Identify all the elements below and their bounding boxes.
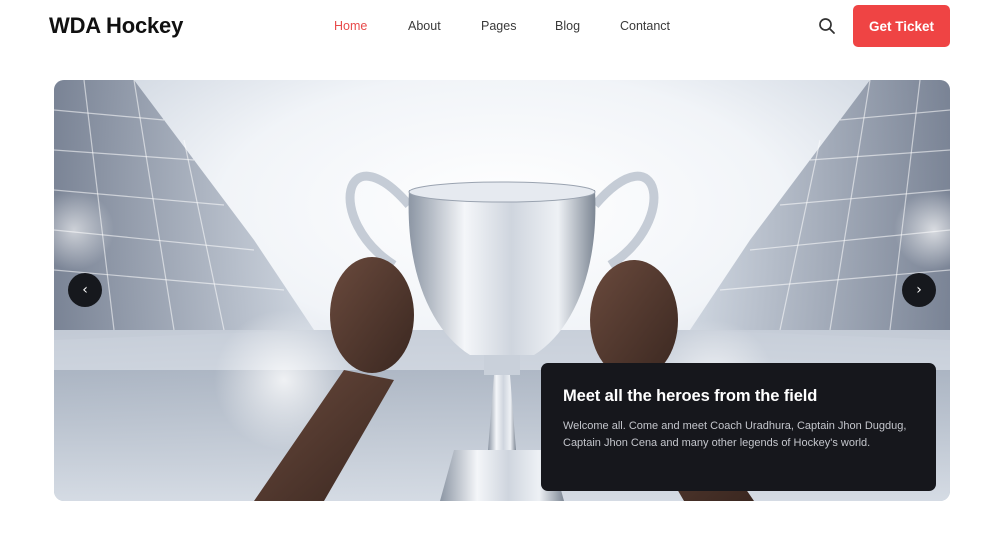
hero-caption-title: Meet all the heroes from the field	[563, 387, 818, 405]
nav-item-about[interactable]: About	[408, 19, 441, 33]
search-icon	[819, 18, 835, 34]
nav-item-pages[interactable]: Pages	[481, 19, 516, 33]
nav-item-contact[interactable]: Contanct	[620, 19, 670, 33]
get-ticket-button[interactable]: Get Ticket	[853, 5, 950, 47]
slider-prev-button[interactable]: ‹	[68, 273, 102, 307]
nav-item-blog[interactable]: Blog	[555, 19, 580, 33]
hero-caption-card: Meet all the heroes from the field Welco…	[541, 363, 936, 491]
slider-next-button[interactable]: ›	[902, 273, 936, 307]
site-header: WDA Hockey Home About Pages Blog Contanc…	[0, 0, 1006, 54]
hero-slider: ‹ › Meet all the heroes from the field W…	[54, 80, 950, 501]
nav-item-home[interactable]: Home	[334, 19, 367, 33]
hero-caption-text: Welcome all. Come and meet Coach Uradhur…	[563, 420, 907, 449]
search-button[interactable]	[817, 16, 837, 36]
